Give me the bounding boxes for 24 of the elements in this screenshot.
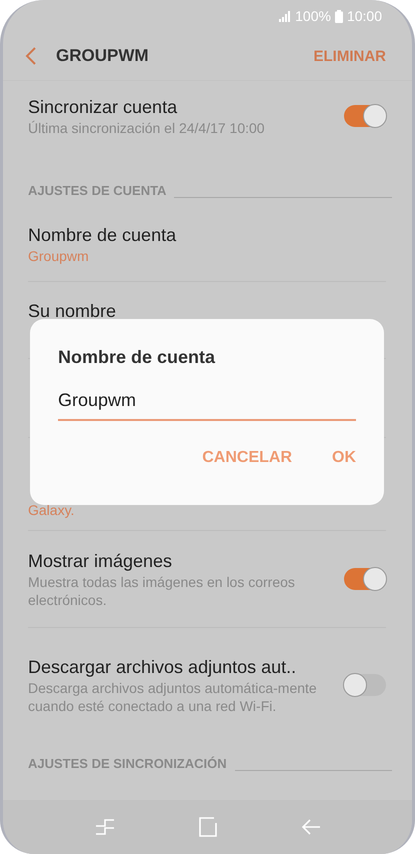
dialog-title: Nombre de cuenta — [58, 347, 216, 368]
setting-title[interactable]: Su nombre — [28, 299, 386, 323]
setting-title[interactable]: Nombre de cuenta — [28, 222, 386, 246]
recent-apps-icon[interactable] — [94, 817, 114, 837]
signal-icon — [279, 10, 292, 22]
section-header: AJUSTES DE SINCRONIZACIÓN — [28, 756, 227, 771]
section-header: AJUSTES DE CUENTA — [28, 183, 166, 198]
setting-description: Muestra todas las imágenes en los correos electrónicos. — [28, 573, 296, 609]
toggle-switch[interactable] — [344, 568, 386, 590]
battery-icon — [334, 10, 343, 22]
setting-description: Descarga archivos adjuntos automática-mente cuando esté conectado a una red Wi-Fi. — [28, 678, 318, 714]
setting-title: Sincronizar cuenta — [28, 96, 178, 119]
toggle-switch[interactable] — [344, 105, 386, 127]
setting-value: Groupwm — [28, 246, 90, 264]
home-icon[interactable] — [198, 817, 218, 837]
page-title: GROUPWM — [56, 46, 150, 66]
toggle-switch[interactable] — [344, 674, 386, 696]
back-icon[interactable] — [25, 47, 36, 65]
setting-title: Mostrar imágenes — [28, 550, 174, 573]
setting-description: Última sincronización el 24/4/17 10:00 — [28, 119, 266, 137]
input-field[interactable]: Groupwm — [58, 386, 356, 421]
setting-title: Descargar archivos adjuntos aut.. — [28, 656, 298, 678]
setting-value: Galaxy. — [28, 501, 76, 519]
back-icon[interactable] — [300, 817, 320, 837]
